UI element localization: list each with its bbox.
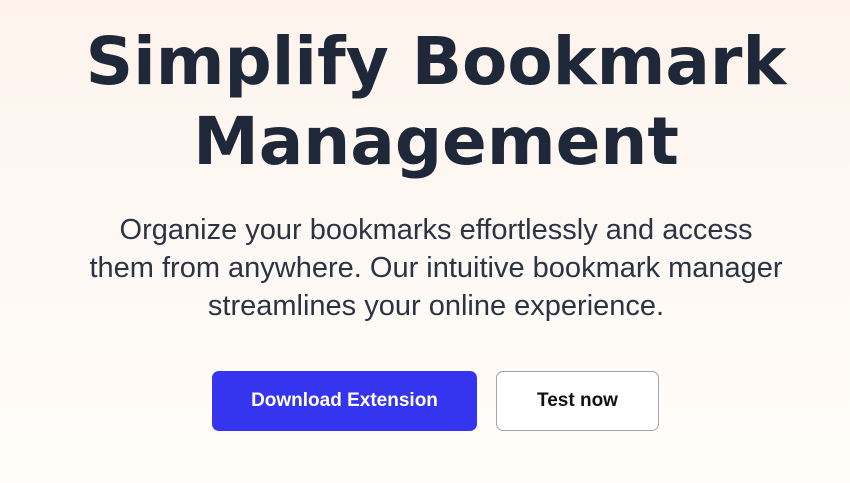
hero-actions: Download Extension Test now (212, 371, 659, 431)
hero-headline-line-2: Management (193, 103, 679, 180)
hero-subtitle: Organize your bookmarks effortlessly and… (0, 211, 850, 325)
hero-subtitle-line-1: Organize your bookmarks effortlessly and… (119, 214, 753, 246)
hero-headline-line-1: Simplify Bookmark (85, 23, 787, 100)
hero-section: Simplify Bookmark Management Organize yo… (0, 0, 850, 483)
download-extension-button[interactable]: Download Extension (212, 371, 477, 431)
hero-subtitle-line-3: streamlines your online experience. (207, 290, 665, 322)
hero-subtitle-line-2: them from anywhere. Our intuitive bookma… (89, 252, 783, 284)
test-now-button[interactable]: Test now (496, 371, 659, 431)
hero-headline: Simplify Bookmark Management (0, 22, 850, 182)
